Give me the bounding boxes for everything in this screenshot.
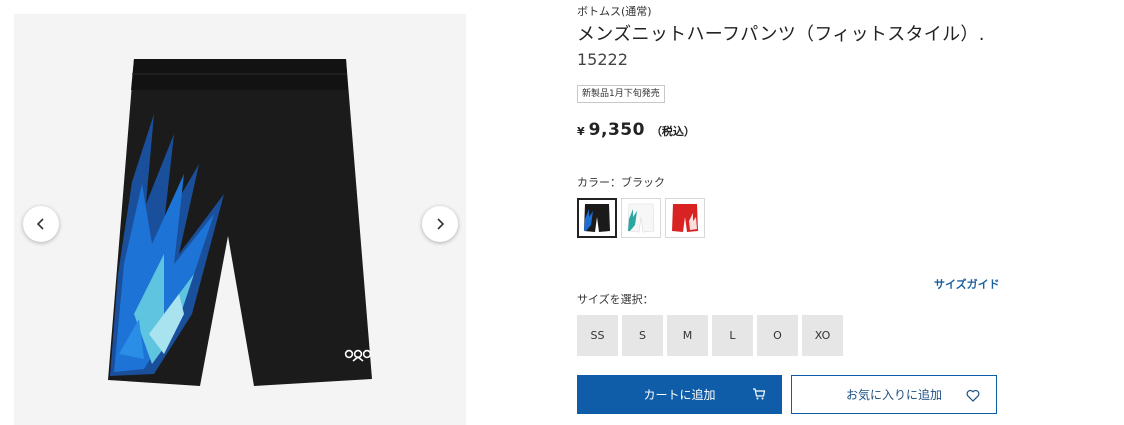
add-to-favorites-label: お気に入りに追加 <box>845 388 942 402</box>
color-swatch-white[interactable] <box>621 198 661 238</box>
size-option-s[interactable]: S <box>622 315 663 356</box>
size-option-l[interactable]: L <box>712 315 753 356</box>
color-swatch-red[interactable] <box>665 198 705 238</box>
chevron-left-icon <box>36 218 44 230</box>
shorts-thumbnail-icon <box>627 203 655 233</box>
size-option-o[interactable]: O <box>757 315 798 356</box>
currency-symbol: ¥ <box>577 125 585 138</box>
gallery-next-button[interactable] <box>422 206 458 242</box>
shorts-thumbnail-icon <box>672 204 698 232</box>
gallery-prev-button[interactable] <box>23 206 59 242</box>
shorts-thumbnail-icon <box>584 204 610 232</box>
product-gallery <box>0 0 470 425</box>
product-category: ボトムス(通常) <box>577 5 652 18</box>
release-badge: 新製品1月下旬発売 <box>577 85 665 103</box>
cart-icon <box>753 388 766 400</box>
add-to-favorites-button[interactable]: お気に入りに追加 <box>791 375 997 414</box>
product-title: メンズニットハーフパンツ（フィットスタイル）. <box>577 24 985 45</box>
product-code: 15222 <box>577 50 628 69</box>
price: ¥ 9,350 （税込） <box>577 120 695 140</box>
color-label: カラー：ブラック <box>577 176 665 189</box>
size-option-xo[interactable]: XO <box>802 315 843 356</box>
size-options: SS S M L O XO <box>577 315 843 356</box>
size-option-ss[interactable]: SS <box>577 315 618 356</box>
add-to-cart-label: カートに追加 <box>643 388 716 402</box>
heart-icon <box>966 389 980 402</box>
add-to-cart-button[interactable]: カートに追加 <box>577 375 782 414</box>
size-option-m[interactable]: M <box>667 315 708 356</box>
size-guide-link[interactable]: サイズガイド <box>934 276 1000 292</box>
product-image <box>14 14 466 425</box>
size-label: サイズを選択： <box>577 293 654 306</box>
chevron-right-icon <box>437 218 445 230</box>
color-swatches <box>577 198 705 238</box>
tax-note: （税込） <box>650 125 695 138</box>
price-amount: 9,350 <box>588 120 645 140</box>
color-swatch-black[interactable] <box>577 198 617 238</box>
